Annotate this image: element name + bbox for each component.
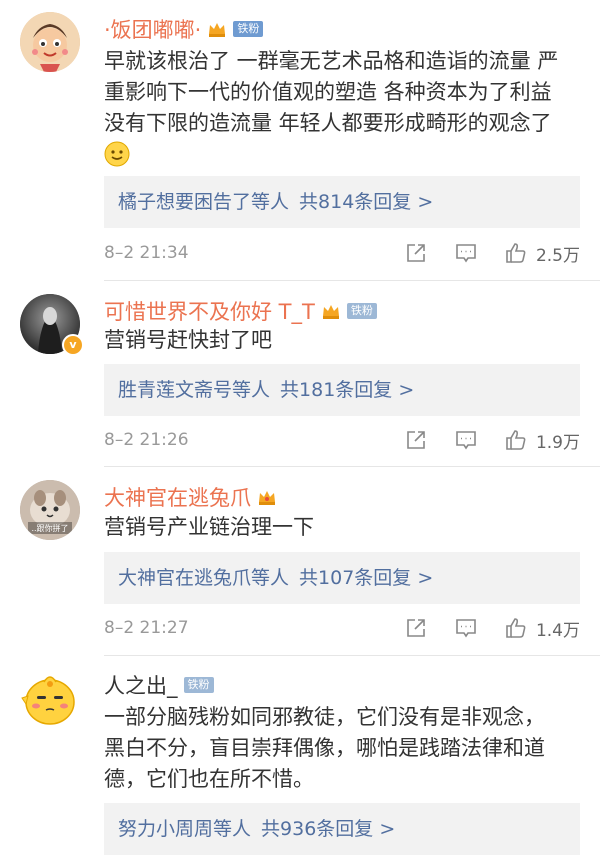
timestamp: 8–2 21:26: [104, 430, 189, 450]
like-icon[interactable]: [504, 616, 528, 640]
reply-count: 共107条回复 >: [299, 567, 434, 589]
like-count: 1.9万: [535, 432, 580, 453]
reply-names: 大神官在逃兔爪等人: [118, 567, 290, 589]
crown-icon: [207, 19, 227, 39]
crown-icon: [257, 487, 277, 507]
comment-text: 早就该根治了 一群毫无艺术品格和造诣的流量 严 重影响下一代的价值观的塑造 各种…: [104, 46, 584, 139]
username[interactable]: ·饭团嘟嘟·: [104, 14, 201, 44]
replies-preview[interactable]: 努力小周周等人 共936条回复 >: [104, 803, 580, 855]
smile-emoji-icon: [104, 141, 130, 171]
username[interactable]: 大神官在逃兔爪: [104, 482, 251, 512]
comment-icon[interactable]: [454, 616, 478, 640]
replies-preview[interactable]: 橘子想要困告了等人 共814条回复 >: [104, 176, 580, 228]
comment-line: 一部分脑残粉如同邪教徒，它们没有是非观念，: [104, 705, 545, 729]
reply-count: 共181条回复 >: [280, 379, 415, 401]
comment-line: 没有下限的造流量 年轻人都要形成畸形的观念了: [104, 111, 552, 135]
avatar[interactable]: ..跟你拼了: [20, 480, 80, 540]
reply-count: 共936条回复 >: [261, 818, 396, 840]
avatar[interactable]: [20, 668, 80, 728]
fan-badge: 铁粉: [346, 303, 377, 319]
comment-meta: 8–2 21:34 2.5万: [104, 238, 580, 268]
fan-badge: 铁粉: [183, 677, 214, 693]
like-count: 2.5万: [535, 245, 580, 266]
verified-icon: v: [62, 334, 84, 356]
username[interactable]: 可惜世界不及你好 T_T: [104, 296, 315, 326]
reply-names: 橘子想要困告了等人: [118, 191, 290, 213]
comment-icon[interactable]: [454, 428, 478, 452]
divider: [104, 466, 600, 467]
username[interactable]: 人之出_: [104, 670, 178, 700]
comment-line: 早就该根治了 一群毫无艺术品格和造诣的流量 严: [104, 49, 559, 73]
comment-meta: 8–2 21:27 1.4万: [104, 613, 580, 643]
username-row: 人之出_ 铁粉: [104, 670, 214, 700]
comment-line: 重影响下一代的价值观的塑造 各种资本为了利益: [104, 80, 552, 104]
like-count: 1.4万: [535, 620, 580, 641]
reply-names: 努力小周周等人: [118, 818, 252, 840]
replies-preview[interactable]: 胜青莲文斋号等人 共181条回复 >: [104, 364, 580, 416]
share-icon[interactable]: [404, 428, 428, 452]
crown-icon: [321, 301, 341, 321]
divider: [104, 655, 600, 656]
like-icon[interactable]: [504, 428, 528, 452]
divider: [104, 280, 600, 281]
share-icon[interactable]: [404, 241, 428, 265]
like-icon[interactable]: [504, 241, 528, 265]
share-icon[interactable]: [404, 616, 428, 640]
fan-badge: 铁粉: [233, 21, 264, 37]
comment-text: 营销号产业链治理一下: [104, 512, 584, 543]
timestamp: 8–2 21:34: [104, 243, 189, 263]
avatar-caption: ..跟你拼了: [31, 523, 68, 533]
replies-preview[interactable]: 大神官在逃兔爪等人 共107条回复 >: [104, 552, 580, 604]
avatar[interactable]: [20, 12, 80, 72]
username-row: 大神官在逃兔爪: [104, 482, 277, 512]
username-row: ·饭团嘟嘟· 铁粉: [104, 14, 264, 44]
timestamp: 8–2 21:27: [104, 618, 189, 638]
comment-line: 黑白不分，盲目崇拜偶像，哪怕是践踏法律和道: [104, 736, 545, 760]
comment-icon[interactable]: [454, 241, 478, 265]
comment-line: 营销号产业链治理一下: [104, 515, 314, 539]
comment-text: 一部分脑残粉如同邪教徒，它们没有是非观念， 黑白不分，盲目崇拜偶像，哪怕是践踏法…: [104, 702, 584, 795]
reply-count: 共814条回复 >: [299, 191, 434, 213]
reply-names: 胜青莲文斋号等人: [118, 379, 271, 401]
comment-meta: 8–2 21:26 1.9万: [104, 425, 580, 455]
comment-line: 营销号赶快封了吧: [104, 328, 272, 352]
username-row: 可惜世界不及你好 T_T 铁粉: [104, 296, 377, 326]
comment-text: 营销号赶快封了吧: [104, 325, 584, 356]
comment-line: 德，它们也在所不惜。: [104, 767, 314, 791]
